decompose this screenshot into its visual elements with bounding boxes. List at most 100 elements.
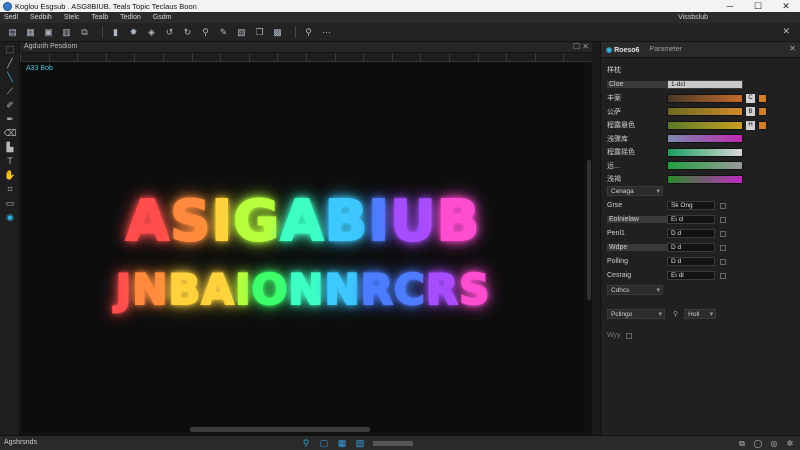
property-row: Eolnielaw Ei cl: [607, 214, 793, 225]
menu-item[interactable]: Tealb: [91, 14, 108, 21]
options-dropdown[interactable]: Cdhcs: [607, 284, 663, 295]
maximize-button[interactable]: ☐: [744, 0, 772, 12]
line-tool-icon[interactable]: ╲: [0, 70, 20, 84]
brush-icon[interactable]: ⟋: [0, 84, 20, 98]
neon-text-line-1[interactable]: ASIGABIUB: [22, 188, 584, 255]
tab-parameter[interactable]: Parameter: [644, 46, 687, 53]
neon-letter: I: [234, 264, 252, 315]
drawing-canvas[interactable]: A33 Bob ASIGABIUB JNBAIONNRCRS: [22, 63, 584, 432]
document-tab[interactable]: Agdurih Pesdiom ☐ ✕: [20, 42, 592, 53]
layers-view-icon[interactable]: ▧: [354, 438, 366, 449]
rotate-right-icon[interactable]: ↻: [181, 26, 194, 39]
property-value[interactable]: D d: [667, 229, 715, 238]
gradient-swatch[interactable]: [667, 174, 743, 184]
gradient-swatch[interactable]: [667, 147, 743, 157]
eraser-icon[interactable]: ⌫: [0, 126, 20, 140]
property-value[interactable]: D d: [667, 257, 715, 266]
footer-button[interactable]: Holl: [684, 308, 717, 319]
grid-view-icon[interactable]: ▦: [336, 438, 348, 449]
swatch-mode-button[interactable]: H: [746, 120, 755, 130]
save-icon[interactable]: ▣: [42, 26, 55, 39]
grid-icon[interactable]: ▩: [271, 26, 284, 39]
property-value[interactable]: Ei cl: [667, 215, 715, 224]
property-value[interactable]: Sk Ong: [667, 201, 715, 210]
open-folder-icon[interactable]: ▦: [24, 26, 37, 39]
shape-icon[interactable]: ▭: [0, 196, 20, 210]
location-icon[interactable]: ⚲: [199, 26, 212, 39]
search-icon[interactable]: ⚲: [302, 26, 315, 39]
panel-close-icon[interactable]: ✕: [789, 44, 796, 53]
gradient-swatch[interactable]: [667, 93, 743, 103]
mode-dropdown[interactable]: Cenaga: [607, 185, 663, 196]
neon-text-line-2[interactable]: JNBAIONNRCRS: [22, 264, 584, 315]
lock-icon[interactable]: [758, 93, 767, 103]
gradient-swatch[interactable]: [667, 134, 743, 143]
zoom-icon[interactable]: ◉: [0, 210, 20, 224]
settings-icon[interactable]: ✲: [784, 438, 796, 449]
close-button[interactable]: ✕: [772, 0, 800, 12]
gradient-swatch[interactable]: [667, 161, 743, 170]
value-field[interactable]: 1-dcl: [667, 80, 743, 89]
fit-view-icon[interactable]: ▢: [318, 438, 330, 449]
text-tool-icon[interactable]: T: [0, 154, 20, 168]
toolbar-separator: [102, 26, 103, 38]
property-checkbox[interactable]: [720, 216, 726, 223]
tab-resources[interactable]: ◉ Roeso6: [601, 46, 644, 54]
property-checkbox[interactable]: [720, 272, 726, 279]
app-logo-icon: [3, 1, 12, 11]
lock-icon[interactable]: [758, 120, 767, 130]
select-icon[interactable]: ⬚: [0, 42, 20, 56]
share-icon[interactable]: ⧉: [736, 438, 748, 449]
property-value[interactable]: D d: [667, 243, 715, 252]
menu-item[interactable]: Sedbih: [30, 14, 52, 21]
property-value[interactable]: Ei dl: [667, 271, 715, 280]
tab-close-icon[interactable]: ✕: [582, 42, 589, 51]
new-file-icon[interactable]: ▤: [6, 26, 19, 39]
swatch-mode-button[interactable]: C: [746, 93, 755, 103]
pen-tool-icon[interactable]: ╱: [0, 56, 20, 70]
more-icon[interactable]: ⋯: [320, 26, 333, 39]
hand-icon[interactable]: ✋: [0, 168, 20, 182]
menu-item[interactable]: Stelc: [64, 14, 80, 21]
export-icon[interactable]: ▥: [60, 26, 73, 39]
tab-menu-icon[interactable]: ☐: [573, 42, 580, 51]
color-row-label: 程露悬色: [607, 122, 635, 129]
title-bar: Koglou Esgsub . ASG8BIUB. Teals Topic Te…: [0, 0, 800, 12]
zoom-slider[interactable]: [373, 441, 413, 446]
footer-field[interactable]: Pcllngo: [607, 308, 665, 319]
eyedropper-icon[interactable]: ✒: [0, 112, 20, 126]
rotate-left-icon[interactable]: ↺: [163, 26, 176, 39]
menu-item[interactable]: Tedlon: [120, 14, 141, 21]
image-icon[interactable]: ▧: [235, 26, 248, 39]
gradient-swatch[interactable]: [667, 107, 743, 116]
lock-icon[interactable]: [758, 107, 767, 116]
crop-icon[interactable]: ⌗: [0, 182, 20, 196]
property-row: Penl1 D d: [607, 228, 793, 239]
info-icon[interactable]: ◎: [768, 438, 780, 449]
layers-icon[interactable]: ◈: [145, 26, 158, 39]
close-icon[interactable]: ✕: [782, 26, 790, 37]
minimize-button[interactable]: ─: [716, 0, 744, 12]
workspace-label[interactable]: Vissbslub: [678, 12, 708, 23]
search-icon[interactable]: ⚲: [673, 310, 678, 318]
footer-checkbox[interactable]: [625, 332, 632, 339]
pencil-icon[interactable]: ✐: [0, 98, 20, 112]
document-icon[interactable]: ▮: [109, 26, 122, 39]
swatch-mode-button[interactable]: B: [746, 107, 755, 116]
globe-icon[interactable]: ◯: [752, 438, 764, 449]
property-checkbox[interactable]: [720, 244, 726, 251]
vertical-scrollbar[interactable]: [587, 160, 591, 300]
gradient-swatch[interactable]: [667, 120, 743, 130]
property-checkbox[interactable]: [720, 202, 726, 209]
zoom-search-icon[interactable]: ⚲: [300, 438, 312, 449]
property-checkbox[interactable]: [720, 258, 726, 265]
menu-item[interactable]: Sedl: [4, 14, 18, 21]
fill-icon[interactable]: ▙: [0, 140, 20, 154]
property-checkbox[interactable]: [720, 230, 726, 237]
horizontal-scrollbar[interactable]: [190, 427, 370, 432]
menu-item[interactable]: Gsdm: [153, 14, 172, 21]
settings-icon[interactable]: ✹: [127, 26, 140, 39]
copy-icon[interactable]: ⧉: [78, 26, 91, 39]
duplicate-icon[interactable]: ❐: [253, 26, 266, 39]
pen-icon[interactable]: ✎: [217, 26, 230, 39]
